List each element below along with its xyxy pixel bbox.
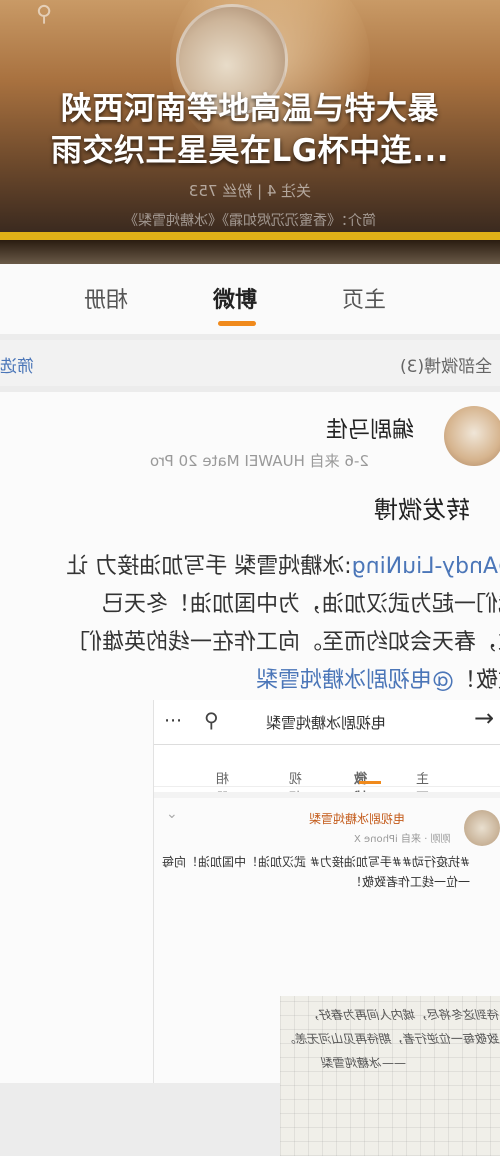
tab-home-label: 主页 — [342, 288, 387, 313]
tab-photos[interactable]: 相册 — [84, 282, 128, 314]
content-line-1: @Andy-LiuNing:冰糖炖雪梨 手写加油接力 让 — [0, 548, 500, 586]
post-content-mirrored: @Andy-LiuNing:冰糖炖雪梨 手写加油接力 让 我们一起为武汉加油，为… — [0, 548, 500, 700]
gold-divider — [0, 232, 500, 240]
headline-line-1: 陕西河南等地高温与特大暴 — [61, 91, 439, 127]
filter-button[interactable]: 筛选 — [0, 352, 34, 377]
content-line-3: 过，春天会如约而至。向工作在一线的英雄们 — [79, 630, 500, 655]
embedded-text-line-2: 一位一线工作者致敬！ — [350, 875, 471, 889]
profile-intro: 简介：《香蜜沉沉烬如霜》《冰糖炖雪梨》 — [124, 213, 376, 229]
handwriting-line-2: 致敬每一位逆行者，期待再见山河无恙。 — [283, 1032, 500, 1046]
post-author-avatar[interactable] — [444, 406, 500, 466]
handwriting-line-1: 待到这冬将尽，城内人间再为春好， — [307, 1008, 500, 1022]
content-line-4: 致敬！@电视剧冰糖炖雪梨 — [0, 662, 500, 700]
content-line-4-text: 致敬！ — [453, 668, 500, 693]
all-weibo-count: 全部微博(3) — [399, 357, 492, 377]
active-tab-indicator — [218, 321, 256, 326]
mention-drama[interactable]: @电视剧冰糖炖雪梨 — [256, 668, 454, 693]
handwriting-line-3: ——冰糖炖雪梨 — [321, 1056, 406, 1070]
handwriting-mirrored: 待到这冬将尽，城内人间再为春好， 致敬每一位逆行者，期待再见山河无恙。 ——冰糖… — [280, 996, 500, 1156]
post-author-name-text: 编剧马佳 — [326, 418, 415, 443]
embedded-meta: 刚刚 · 来自 iPhone X — [354, 830, 451, 845]
news-headline: 陕西河南等地高温与特大暴 雨交织王星昊在LG杯中连... — [0, 88, 500, 172]
repost-label: 转发微博 — [374, 490, 470, 525]
embedded-text-line-1: #抗疫行动##手写加油接力# 武汉加油！中国加油！向每 — [162, 855, 471, 869]
chevron-down-icon: ⌄ — [166, 806, 178, 822]
search-icon[interactable]: ⚲ — [36, 2, 52, 27]
tab-home[interactable]: 主页 — [342, 282, 386, 314]
handwritten-note-photo: 待到这冬将尽，城内人间再为春好， 致敬每一位逆行者，期待再见山河无恙。 ——冰糖… — [280, 996, 500, 1156]
more-icon: ⋯ — [164, 710, 183, 731]
tab-weibo[interactable]: 微博 — [213, 282, 257, 314]
repost-label-text: 转发微博 — [374, 496, 470, 524]
embedded-post: ⌄ 电视剧冰糖炖雪梨 刚刚 · 来自 iPhone X #抗疫行动##手写加油接… — [154, 798, 500, 1156]
banner-bottom-strip — [0, 240, 500, 264]
embedded-title-text: 电视剧冰糖炖雪梨 — [266, 714, 387, 732]
back-arrow-icon: → — [474, 704, 495, 732]
mention-andy[interactable]: @Andy-LiuNing — [352, 554, 500, 579]
embedded-tabs: 相册 视频 微博 主页 — [154, 744, 500, 806]
content-line-2: 我们一起为武汉加油，为中国加油！冬天已 — [101, 592, 500, 617]
tab-weibo-label: 微博 — [213, 288, 258, 313]
post-meta: 2-6 来自 HUAWEI Mate 20 Pro — [150, 450, 369, 471]
embedded-search-icon: ⚲ — [204, 708, 219, 732]
embedded-text-mirrored: #抗疫行动##手写加油接力# 武汉加油！中国加油！向每 一位一线工作者致敬！ — [162, 852, 470, 892]
embedded-screenshot[interactable]: ⋯ ⚲ 电视剧冰糖炖雪梨 → 相册 视频 微博 主页 ⌄ 电视剧冰糖炖雪梨 刚刚… — [153, 700, 500, 1156]
embedded-text: #抗疫行动##手写加油接力# 武汉加油！中国加油！向每 一位一线工作者致敬！ — [162, 852, 470, 892]
headline-line-2: 雨交织王星昊在LG杯中连... — [50, 133, 450, 169]
embedded-search-bar: ⋯ ⚲ 电视剧冰糖炖雪梨 → — [154, 700, 500, 745]
tab-photos-label: 相册 — [84, 288, 129, 313]
profile-banner: ⚲ 关注 4 | 粉丝 753 简介：《香蜜沉沉烬如霜》《冰糖炖雪梨》 陕西河南… — [0, 0, 500, 232]
embedded-author: 电视剧冰糖炖雪梨 — [309, 810, 405, 827]
post-author-name[interactable]: 编剧马佳 — [326, 412, 414, 444]
follow-stats: 关注 4 | 粉丝 753 — [188, 182, 312, 200]
post-meta-text: 2-6 来自 HUAWEI Mate 20 Pro — [150, 452, 369, 470]
embedded-tab-indicator — [359, 781, 381, 784]
embedded-avatar — [464, 810, 500, 846]
embedded-title: 电视剧冰糖炖雪梨 — [266, 712, 386, 733]
filter-bar: 筛选 全部微博(3) — [0, 340, 500, 386]
post-content: @Andy-LiuNing:冰糖炖雪梨 手写加油接力 让 我们一起为武汉加油，为… — [0, 548, 500, 700]
embedded-author-text: 电视剧冰糖炖雪梨 — [309, 812, 406, 826]
content-line-1-text: :冰糖炖雪梨 手写加油接力 让 — [66, 554, 352, 579]
embedded-meta-text: 刚刚 · 来自 iPhone X — [354, 834, 451, 845]
